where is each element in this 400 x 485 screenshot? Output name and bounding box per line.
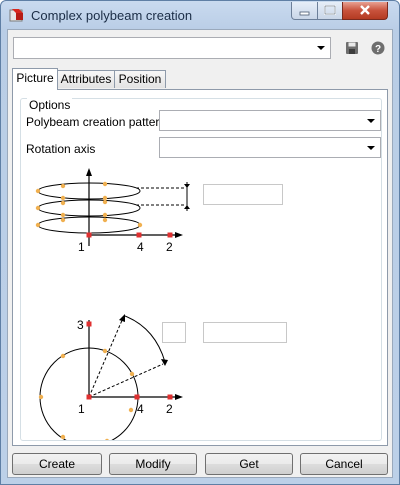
circle-label-3: 3 <box>77 318 84 332</box>
get-button-label: Get <box>239 457 259 471</box>
save-icon[interactable] <box>344 40 360 56</box>
chevron-down-icon <box>367 145 375 150</box>
chevron-down-icon <box>317 46 325 50</box>
window-title: Complex polybeam creation <box>31 8 193 23</box>
cancel-button-label: Cancel <box>325 457 363 471</box>
helix-axis-arrowhead-right <box>175 232 183 238</box>
create-button[interactable]: Create <box>12 453 102 475</box>
tab-position-label: Position <box>118 72 162 86</box>
circle-angle-input[interactable] <box>203 322 287 343</box>
circle-point-3-marker <box>86 321 92 327</box>
helix-point-2-marker <box>167 232 173 238</box>
helix-point <box>102 181 108 187</box>
dialog-window: Complex polybeam creation ? Picture Attr… <box>0 0 400 485</box>
helix-label-4: 4 <box>137 240 144 254</box>
helix-axis-arrowhead-up <box>86 168 92 176</box>
circle-label-1: 1 <box>78 402 85 416</box>
modify-button[interactable]: Modify <box>109 453 197 475</box>
chevron-down-icon <box>367 118 375 123</box>
circle-angle-arc <box>124 315 166 363</box>
circle-start-ray-arrowhead <box>119 314 125 322</box>
circle-point <box>102 348 108 354</box>
circle-point <box>60 353 66 359</box>
modify-button-label: Modify <box>135 457 171 471</box>
circle-point <box>60 434 66 440</box>
tab-picture-label: Picture <box>16 71 54 85</box>
helix-point-1-marker <box>86 232 92 238</box>
helix-label-2: 2 <box>166 240 173 254</box>
helix-point <box>35 222 41 228</box>
helix-point <box>60 212 66 218</box>
helix-point <box>102 212 108 218</box>
create-button-label: Create <box>38 457 76 471</box>
minimize-icon <box>299 11 310 16</box>
circle-point <box>105 438 109 440</box>
help-icon[interactable]: ? <box>370 40 386 56</box>
helix-label-1: 1 <box>78 240 85 254</box>
circle-point-2-marker <box>167 394 173 400</box>
helix-dimension-tick-top <box>184 184 190 188</box>
circle-axis-arrowhead-right <box>175 394 183 400</box>
title-bar[interactable]: Complex polybeam creation <box>1 1 399 29</box>
circle-point <box>129 371 135 377</box>
dialog-client-area: ? Picture Attributes Position Options Po… <box>7 29 393 478</box>
helix-point <box>35 205 41 211</box>
helix-point <box>137 222 143 228</box>
close-button[interactable] <box>342 2 388 20</box>
cancel-button[interactable]: Cancel <box>300 453 388 475</box>
minimize-button[interactable] <box>291 2 318 20</box>
circle-point <box>128 407 134 413</box>
tab-picture[interactable]: Picture <box>12 68 58 90</box>
app-icon <box>9 9 23 22</box>
helix-point <box>60 195 66 201</box>
helix-point <box>102 199 108 205</box>
circle-diagram: 3 1 4 2 <box>38 314 183 440</box>
circle-point <box>38 394 44 400</box>
close-icon <box>360 5 370 15</box>
circle-count-input[interactable] <box>162 322 186 343</box>
helix-point <box>35 188 41 194</box>
maximize-button[interactable] <box>317 2 343 20</box>
circle-point-1-marker <box>86 394 92 400</box>
helix-point-4-marker <box>136 232 142 238</box>
circle-label-2: 2 <box>166 402 173 416</box>
circle-label-4: 4 <box>137 402 144 416</box>
maximize-icon <box>324 5 336 15</box>
tab-position[interactable]: Position <box>114 70 166 88</box>
helix-point <box>60 200 66 206</box>
circle-point-4-marker <box>134 394 140 400</box>
helix-dimension-tick-bottom <box>184 205 190 209</box>
helix-point <box>102 217 108 223</box>
helix-point <box>60 217 66 223</box>
helix-diagram: 1 4 2 <box>35 168 190 254</box>
helix-offset-input[interactable] <box>203 184 283 205</box>
preset-combobox[interactable] <box>13 37 331 59</box>
circle-end-ray <box>88 363 164 398</box>
circle-points <box>38 348 135 440</box>
helix-point <box>102 195 108 201</box>
helix-point <box>60 183 66 189</box>
svg-text:?: ? <box>375 44 381 55</box>
circle-angle-arrowhead <box>161 359 168 366</box>
tab-attributes-label: Attributes <box>60 72 112 86</box>
get-button[interactable]: Get <box>205 453 293 475</box>
tab-attributes[interactable]: Attributes <box>57 70 115 88</box>
picture-tab-panel: Options Polybeam creation pattern Rotati… <box>12 89 388 446</box>
